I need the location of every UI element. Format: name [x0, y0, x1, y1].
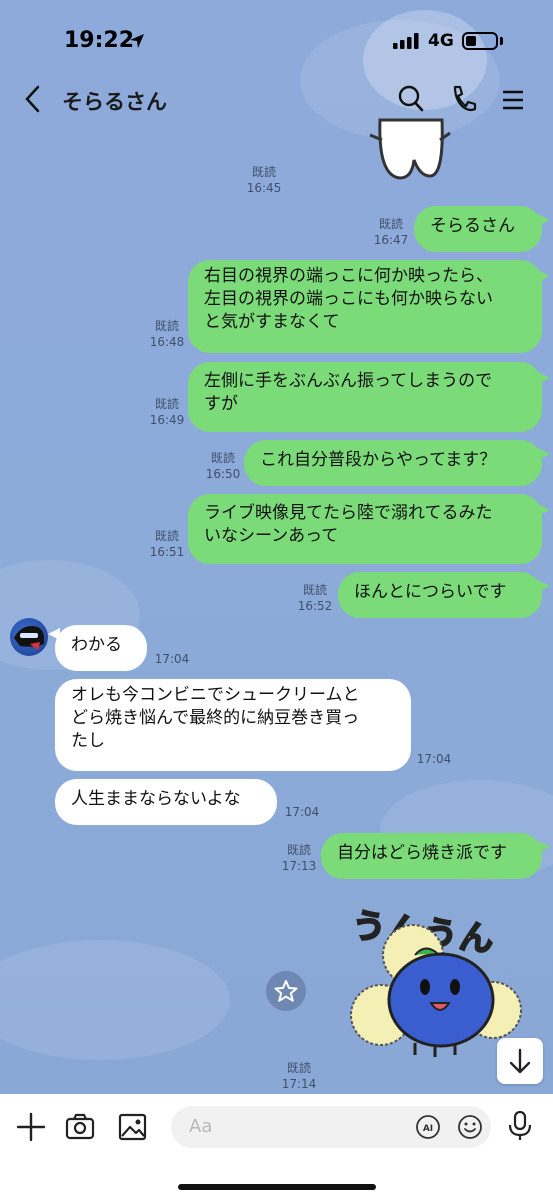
avatar-image [14, 626, 44, 650]
message-time: 16:45 [246, 181, 282, 195]
message-time: 16:48 [149, 335, 185, 349]
message-meta: 既読 16:48 [146, 318, 188, 350]
message-text-line: たし [71, 731, 105, 751]
bubble-tail [538, 372, 550, 384]
message-time: 16:51 [149, 545, 185, 559]
outgoing-message-bubble[interactable]: そらるさん [414, 206, 542, 252]
read-receipt: 既読 [302, 583, 327, 597]
message-time: 17:04 [154, 652, 190, 666]
contact-avatar[interactable] [10, 618, 48, 656]
message-time: 17:04 [416, 752, 452, 766]
bubble-tail [538, 580, 550, 592]
message-time: 16:47 [373, 233, 409, 247]
message-text: 人生ままならないよな [71, 789, 241, 809]
message-text-line: どら焼き悩んで最終的に納豆巻き買っ [71, 708, 360, 728]
network-type: 4G [428, 31, 454, 51]
bubble-tail [538, 504, 550, 516]
bubble-tail [538, 270, 550, 282]
message-text-line: すが [204, 394, 238, 414]
outgoing-message-bubble[interactable]: 自分はどら焼き派です [321, 833, 542, 879]
outgoing-message-bubble[interactable]: 左側に手をぶんぶん振ってしまうので すが [188, 362, 542, 432]
battery-icon [462, 32, 498, 50]
ai-label: AI [423, 1124, 433, 1134]
incoming-message-bubble[interactable]: わかる [55, 625, 147, 671]
bubble-tail [538, 448, 550, 460]
favorite-star-button[interactable] [266, 971, 306, 1011]
emoji-icon[interactable] [457, 1114, 483, 1140]
read-receipt: 既読 [378, 217, 403, 231]
back-chevron-icon[interactable] [22, 84, 42, 114]
message-input[interactable]: Aa AI [171, 1106, 491, 1148]
message-text: これ自分普段からやってます？ [260, 450, 497, 470]
incoming-message-bubble[interactable]: 人生ままならないよな [55, 779, 277, 825]
status-bar: 19:22 4G [0, 0, 553, 80]
read-receipt: 既読 [251, 165, 276, 179]
star-icon [274, 980, 298, 1002]
message-text-line: ライブ映像見てたら陸で溺れてるみた [204, 503, 493, 523]
message-time: 17:04 [284, 805, 320, 819]
bubble-tail [538, 214, 550, 226]
chat-title: そらるさん [62, 90, 167, 114]
read-receipt: 既読 [154, 397, 179, 411]
battery-tip [500, 37, 503, 45]
camera-icon[interactable] [65, 1112, 95, 1142]
read-receipt: 既読 [286, 1061, 311, 1075]
ai-icon[interactable]: AI [415, 1114, 441, 1140]
outgoing-message-bubble[interactable]: ライブ映像見てたら陸で溺れてるみた いなシーンあって [188, 494, 542, 564]
read-receipt: 既読 [286, 843, 311, 857]
message-meta: 既読 16:50 [202, 450, 244, 482]
message-time: 17:14 [281, 1077, 317, 1091]
read-receipt: 既読 [154, 319, 179, 333]
message-text-line: いなシーンあって [204, 526, 339, 546]
message-meta: 既読 17:14 [278, 1060, 320, 1092]
message-time: 16:52 [297, 599, 333, 613]
plus-icon[interactable] [16, 1112, 46, 1142]
outgoing-message-bubble[interactable]: これ自分普段からやってます？ [244, 440, 542, 486]
message-text-line: 右目の視界の端っこに何か映ったら、 [204, 266, 493, 286]
signal-icon [393, 33, 419, 49]
phone-icon[interactable] [449, 84, 477, 114]
input-placeholder: Aa [189, 1116, 213, 1137]
message-meta: 既読 17:13 [278, 842, 320, 874]
message-text-line: 左目の視界の端っこにも何か映らない [204, 289, 493, 309]
bubble-tail [538, 841, 550, 853]
search-icon[interactable] [397, 84, 425, 114]
message-text-line: 左側に手をぶんぶん振ってしまうので [204, 371, 493, 391]
outgoing-message-bubble[interactable]: ほんとにつらいです [338, 572, 542, 618]
message-input-bar: Aa AI [0, 1094, 553, 1200]
message-time: 16:49 [149, 413, 185, 427]
microphone-icon[interactable] [507, 1110, 533, 1142]
message-text-line: と気がすまなくて [204, 312, 340, 332]
read-receipt: 既読 [210, 451, 235, 465]
message-text: そらるさん [430, 216, 515, 236]
message-meta: 既読 16:47 [370, 216, 412, 248]
read-receipt: 既読 [154, 529, 179, 543]
message-time: 17:13 [281, 859, 317, 873]
outgoing-message-bubble[interactable]: 右目の視界の端っこに何か映ったら、 左目の視界の端っこにも何か映らない と気がす… [188, 260, 542, 353]
message-text: 自分はどら焼き派です [337, 843, 507, 863]
status-time: 19:22 [64, 28, 135, 53]
message-meta: 既読 16:49 [146, 396, 188, 428]
home-indicator [178, 1184, 376, 1190]
message-time: 16:50 [205, 467, 241, 481]
chat-header: そらるさん [0, 78, 553, 120]
incoming-message-bubble[interactable]: オレも今コンビニでシュークリームと どら焼き悩んで最終的に納豆巻き買っ たし [55, 679, 411, 771]
image-icon[interactable] [118, 1112, 148, 1142]
message-text-line: オレも今コンビニでシュークリームと [71, 685, 360, 705]
message-meta: 既読 16:52 [294, 582, 336, 614]
message-text: わかる [71, 635, 122, 655]
message-meta: 既読 16:51 [146, 528, 188, 560]
arrow-down-icon [509, 1048, 531, 1074]
menu-icon[interactable] [501, 84, 525, 114]
message-text: ほんとにつらいです [354, 582, 507, 602]
location-arrow-icon [130, 34, 144, 48]
message-meta: 既読 16:45 [244, 164, 284, 196]
scroll-to-bottom-button[interactable] [497, 1038, 543, 1084]
